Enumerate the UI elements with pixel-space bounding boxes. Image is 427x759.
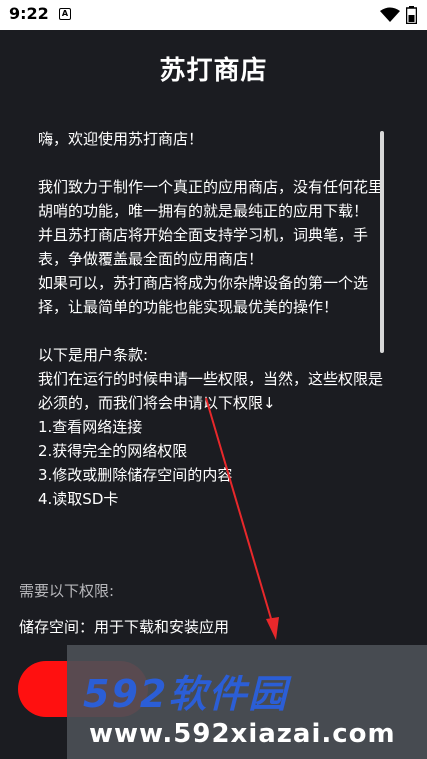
status-time: 9:22 <box>9 4 49 23</box>
app-notification-icon: A <box>59 8 71 20</box>
scrollbar[interactable] <box>380 131 384 353</box>
status-bar: 9:22 A <box>0 0 427 30</box>
welcome-terms-text: 嗨，欢迎使用苏打商店！ 我们致力于制作一个真正的应用商店，没有任何花里胡哨的功能… <box>38 130 384 508</box>
status-icons <box>380 6 417 24</box>
battery-icon <box>406 6 417 24</box>
wifi-icon <box>380 7 400 22</box>
storage-permission-text: 储存空间：用于下载和安装应用 <box>19 618 230 636</box>
watermark-url: www.592xiazai.com <box>89 719 396 749</box>
permissions-heading: 需要以下权限: <box>19 582 115 600</box>
watermark-brand: 592软件园 <box>83 672 289 716</box>
page-title: 苏打商店 <box>159 56 268 86</box>
watermark: 592软件园 www.592xiazai.com <box>67 645 427 759</box>
